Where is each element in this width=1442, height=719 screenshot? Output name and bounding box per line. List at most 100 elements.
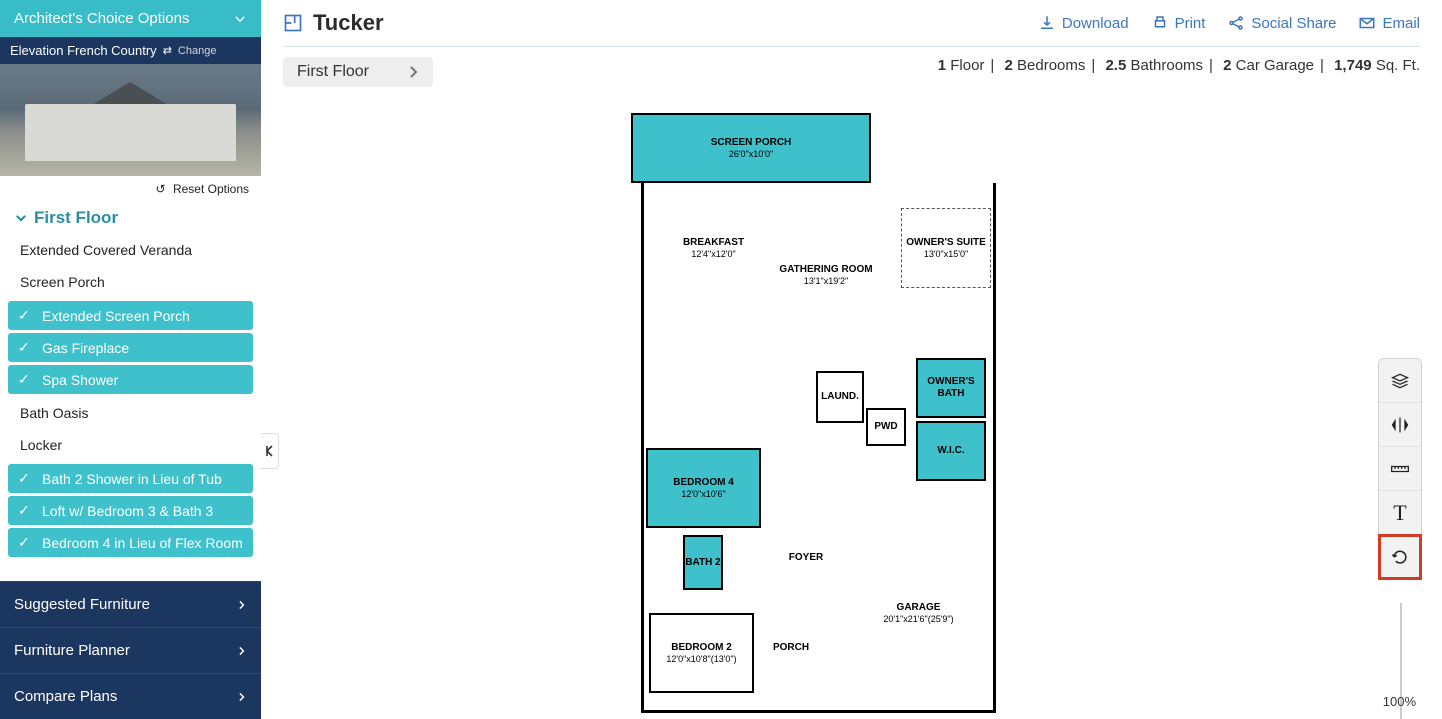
divider [283, 46, 1420, 47]
elevation-label: Elevation French Country [10, 43, 157, 58]
option-label: Extended Covered Veranda [20, 242, 192, 258]
room-porch: PORCH [761, 613, 821, 683]
room-bedroom-2: BEDROOM 212'0"x10'8"(13'0") [649, 613, 754, 693]
options-header-text: Architect's Choice Options [14, 10, 189, 27]
measure-tool[interactable] [1379, 447, 1421, 491]
plan-summary: 1 Floor| 2 Bedrooms| 2.5 Bathrooms| 2 Ca… [938, 57, 1420, 74]
change-label: Change [178, 45, 217, 57]
chevron-down-icon [233, 12, 247, 26]
option-label: Bath 2 Shower in Lieu of Tub [42, 471, 222, 487]
mirror-tool[interactable] [1379, 403, 1421, 447]
tool-palette: T [1378, 358, 1422, 580]
nav-item[interactable]: Suggested Furniture [0, 581, 261, 627]
chevron-down-icon [14, 211, 28, 225]
option-item[interactable]: Extended Covered Veranda [0, 234, 261, 266]
option-item[interactable]: ✓ Bath 2 Shower in Lieu of Tub [8, 464, 253, 493]
text-icon: T [1393, 500, 1406, 526]
room-wic: W.I.C. [916, 421, 986, 481]
nav-item[interactable]: Furniture Planner [0, 627, 261, 673]
check-icon: ✓ [18, 470, 32, 487]
undo-icon: ↺ [156, 182, 166, 196]
reset-label: Reset Options [173, 182, 249, 196]
download-label: Download [1062, 15, 1129, 32]
option-item[interactable]: Bath Oasis [0, 397, 261, 429]
layers-tool[interactable] [1379, 359, 1421, 403]
room-owners-suite: OWNER'S SUITE13'0"x15'0" [901, 208, 991, 288]
room-bath-2: BATH 2 [683, 535, 723, 590]
elevation-bar[interactable]: Elevation French Country ⇄ Change [0, 37, 261, 64]
option-label: Bath Oasis [20, 405, 88, 421]
collapse-sidebar-button[interactable] [261, 433, 279, 469]
sidebar: Architect's Choice Options Elevation Fre… [0, 0, 261, 719]
room-powder: PWD [866, 408, 906, 446]
option-label: Gas Fireplace [42, 340, 129, 356]
download-button[interactable]: Download [1038, 14, 1129, 32]
room-laundry: LAUND. [816, 371, 864, 423]
layers-icon [1390, 371, 1410, 391]
option-item[interactable]: ✓ Extended Screen Porch [8, 301, 253, 330]
chevron-right-icon [237, 600, 247, 610]
option-label: Spa Shower [42, 372, 118, 388]
elevation-thumbnail [0, 64, 261, 176]
check-icon: ✓ [18, 534, 32, 551]
share-label: Social Share [1251, 15, 1336, 32]
options-list: Extended Covered Veranda Screen Porch ✓ Ext… [0, 234, 261, 581]
floorplan: SCREEN PORCH26'0"x10'0" BREAKFAST12'4"x1… [641, 113, 1011, 719]
share-button[interactable]: Social Share [1227, 14, 1336, 32]
check-icon: ✓ [18, 502, 32, 519]
option-label: Extended Screen Porch [42, 308, 190, 324]
floor-accordion[interactable]: First Floor [0, 202, 261, 234]
floorplan-canvas[interactable]: SCREEN PORCH26'0"x10'0" BREAKFAST12'4"x1… [261, 93, 1442, 719]
room-gathering: GATHERING ROOM13'1"x19'2" [766, 198, 886, 353]
room-screen-porch: SCREEN PORCH26'0"x10'0" [631, 113, 871, 183]
floor-chip[interactable]: First Floor [283, 57, 433, 87]
email-icon [1358, 14, 1376, 32]
actions: Download Print Social Share Email [1038, 14, 1420, 32]
nav-label: Suggested Furniture [14, 596, 150, 613]
nav-label: Compare Plans [14, 688, 117, 705]
share-icon [1227, 14, 1245, 32]
content: Tucker Download Print Social Share Email [261, 0, 1442, 719]
email-button[interactable]: Email [1358, 14, 1420, 32]
reset-options[interactable]: ↺ Reset Options [0, 176, 261, 202]
room-breakfast: BREAKFAST12'4"x12'0" [661, 198, 766, 298]
room-garage: GARAGE20'1"x21'6"(25'9") [846, 543, 991, 683]
floorplan-icon [283, 13, 303, 33]
option-item[interactable]: ✓ Spa Shower [8, 365, 253, 394]
mirror-icon [1390, 415, 1410, 435]
chevron-right-icon [237, 646, 247, 656]
option-item[interactable]: ✓Loft w/ Bedroom 3 & Bath 3 [8, 496, 253, 525]
check-icon: ✓ [18, 307, 32, 324]
option-item[interactable]: ✓ Gas Fireplace [8, 333, 253, 362]
chevron-left-icon [265, 444, 275, 458]
download-icon [1038, 14, 1056, 32]
option-item[interactable]: ✓Bedroom 4 in Lieu of Flex Room [8, 528, 253, 557]
option-label: Locker [20, 437, 62, 453]
text-tool[interactable]: T [1379, 491, 1421, 535]
floor-chip-label: First Floor [297, 63, 369, 81]
nav-item[interactable]: Compare Plans [0, 673, 261, 719]
room-owners-bath: OWNER'S BATH [916, 358, 986, 418]
option-item[interactable]: Screen Porch [0, 266, 261, 298]
plan-name-text: Tucker [313, 10, 384, 36]
reset-view-tool[interactable] [1379, 535, 1421, 579]
chevron-right-icon [409, 65, 419, 79]
option-label: Screen Porch [20, 274, 105, 290]
print-button[interactable]: Print [1151, 14, 1206, 32]
undo-icon [1390, 547, 1410, 567]
email-label: Email [1382, 15, 1420, 32]
summary-row: First Floor 1 Floor| 2 Bedrooms| 2.5 Bat… [261, 51, 1442, 93]
print-icon [1151, 14, 1169, 32]
swap-icon: ⇄ [163, 44, 172, 57]
room-foyer: FOYER [771, 533, 841, 583]
zoom-label: 100% [1383, 694, 1416, 709]
ruler-icon [1390, 459, 1410, 479]
room-bedroom-4: BEDROOM 412'0"x10'6" [646, 448, 761, 528]
nav-label: Furniture Planner [14, 642, 130, 659]
option-item[interactable]: Locker [0, 429, 261, 461]
topbar: Tucker Download Print Social Share Email [261, 0, 1442, 42]
print-label: Print [1175, 15, 1206, 32]
options-header[interactable]: Architect's Choice Options [0, 0, 261, 37]
check-icon: ✓ [18, 339, 32, 356]
check-icon: ✓ [18, 371, 32, 388]
